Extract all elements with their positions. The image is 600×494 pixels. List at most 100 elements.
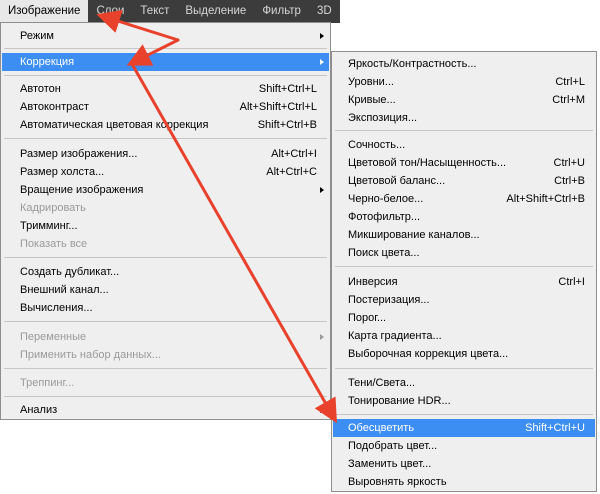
- menu-item-label: Коррекция: [20, 56, 75, 68]
- submenu-item-gradient-map[interactable]: Карта градиента...: [333, 327, 595, 345]
- menu-item-label: Обесцветить: [348, 422, 415, 434]
- menu-item-duplicate[interactable]: Создать дубликат...: [2, 263, 329, 281]
- menu-bar: Изображение Слои Текст Выделение Фильтр …: [0, 0, 340, 23]
- menu-item-correction[interactable]: Коррекция: [2, 53, 329, 71]
- menu-item-label: Автоматическая цветовая коррекция: [20, 119, 209, 131]
- shortcut-label: Alt+Shift+Ctrl+L: [239, 101, 317, 113]
- menu-item-label: Подобрать цвет...: [348, 440, 438, 452]
- submenu-item-match-color[interactable]: Подобрать цвет...: [333, 437, 595, 455]
- separator: [335, 266, 593, 267]
- submenu-item-selective-color[interactable]: Выборочная коррекция цвета...: [333, 345, 595, 363]
- menu-item-label: Черно-белое...: [348, 193, 424, 205]
- submenu-item-color-balance[interactable]: Цветовой баланс... Ctrl+B: [333, 172, 595, 190]
- menu-item-analysis[interactable]: Анализ: [2, 401, 329, 419]
- submenu-item-levels[interactable]: Уровни... Ctrl+L: [333, 73, 595, 91]
- submenu-item-desaturate[interactable]: Обесцветить Shift+Ctrl+U: [333, 419, 595, 437]
- shortcut-label: Ctrl+I: [558, 276, 585, 288]
- menu-item-image-size[interactable]: Размер изображения... Alt+Ctrl+I: [2, 145, 329, 163]
- menu-item-crop[interactable]: Кадрировать: [2, 199, 329, 217]
- submenu-item-brightness-contrast[interactable]: Яркость/Контрастность...: [333, 55, 595, 73]
- submenu-item-black-white[interactable]: Черно-белое... Alt+Shift+Ctrl+B: [333, 190, 595, 208]
- image-dropdown-menu: Режим Коррекция Автотон Shift+Ctrl+L Авт…: [0, 22, 331, 420]
- menu-item-calculations[interactable]: Вычисления...: [2, 299, 329, 317]
- separator: [4, 48, 327, 49]
- menu-item-label: Тени/Света...: [348, 377, 416, 389]
- submenu-item-exposure[interactable]: Экспозиция...: [333, 109, 595, 127]
- menu-item-label: Постеризация...: [348, 294, 430, 306]
- separator: [335, 414, 593, 415]
- menu-item-label: Микширование каналов...: [348, 229, 480, 241]
- menu-layers[interactable]: Слои: [88, 0, 132, 23]
- submenu-item-curves[interactable]: Кривые... Ctrl+M: [333, 91, 595, 109]
- menu-item-label: Автотон: [20, 83, 61, 95]
- submenu-item-invert[interactable]: Инверсия Ctrl+I: [333, 273, 595, 291]
- menu-item-label: Выровнять яркость: [348, 476, 447, 488]
- shortcut-label: Ctrl+U: [553, 157, 585, 169]
- separator: [4, 321, 327, 322]
- submenu-item-vibrance[interactable]: Сочность...: [333, 136, 595, 154]
- separator: [335, 130, 593, 131]
- correction-submenu: Яркость/Контрастность... Уровни... Ctrl+…: [331, 51, 597, 492]
- menu-item-label: Тримминг...: [20, 220, 78, 232]
- menu-item-label: Автоконтраст: [20, 101, 89, 113]
- menu-item-mode[interactable]: Режим: [2, 27, 329, 45]
- menu-item-label: Режим: [20, 30, 54, 42]
- menu-item-label: Треппинг...: [20, 377, 75, 389]
- submenu-item-hdr-toning[interactable]: Тонирование HDR...: [333, 392, 595, 410]
- menu-item-label: Порог...: [348, 312, 387, 324]
- menu-item-label: Кадрировать: [20, 202, 86, 214]
- submenu-item-posterize[interactable]: Постеризация...: [333, 291, 595, 309]
- menu-item-label: Выборочная коррекция цвета...: [348, 348, 509, 360]
- submenu-arrow-icon: [320, 33, 324, 39]
- shortcut-label: Ctrl+L: [555, 76, 585, 88]
- menu-item-auto-tone[interactable]: Автотон Shift+Ctrl+L: [2, 80, 329, 98]
- menu-item-label: Показать все: [20, 238, 88, 250]
- menu-item-label: Уровни...: [348, 76, 394, 88]
- separator: [4, 368, 327, 369]
- submenu-item-channel-mixer[interactable]: Микширование каналов...: [333, 226, 595, 244]
- menu-item-label: Экспозиция...: [348, 112, 418, 124]
- shortcut-label: Alt+Shift+Ctrl+B: [506, 193, 585, 205]
- menu-text[interactable]: Текст: [132, 0, 177, 23]
- menu-item-label: Применить набор данных...: [20, 349, 161, 361]
- shortcut-label: Shift+Ctrl+B: [257, 119, 317, 131]
- submenu-item-shadows-highlights[interactable]: Тени/Света...: [333, 374, 595, 392]
- submenu-item-replace-color[interactable]: Заменить цвет...: [333, 455, 595, 473]
- separator: [4, 138, 327, 139]
- menu-item-auto-color[interactable]: Автоматическая цветовая коррекция Shift+…: [2, 116, 329, 134]
- menu-item-label: Заменить цвет...: [348, 458, 432, 470]
- menu-item-label: Инверсия: [348, 276, 398, 288]
- submenu-item-hue-saturation[interactable]: Цветовой тон/Насыщенность... Ctrl+U: [333, 154, 595, 172]
- menu-item-label: Тонирование HDR...: [348, 395, 451, 407]
- shortcut-label: Shift+Ctrl+L: [258, 83, 317, 95]
- menu-item-trap[interactable]: Треппинг...: [2, 374, 329, 392]
- submenu-arrow-icon: [320, 187, 324, 193]
- menu-item-label: Переменные: [20, 331, 87, 343]
- menu-item-auto-contrast[interactable]: Автоконтраст Alt+Shift+Ctrl+L: [2, 98, 329, 116]
- menu-item-apply-data-set[interactable]: Применить набор данных...: [2, 346, 329, 364]
- menu-item-label: Создать дубликат...: [20, 266, 120, 278]
- separator: [335, 368, 593, 369]
- menu-item-label: Вращение изображения: [20, 184, 144, 196]
- menu-item-canvas-size[interactable]: Размер холста... Alt+Ctrl+C: [2, 163, 329, 181]
- menu-image[interactable]: Изображение: [0, 0, 89, 23]
- menu-3d[interactable]: 3D: [309, 0, 340, 23]
- menu-item-variables[interactable]: Переменные: [2, 328, 329, 346]
- submenu-arrow-icon: [320, 407, 324, 413]
- menu-filter[interactable]: Фильтр: [254, 0, 309, 23]
- menu-item-reveal-all[interactable]: Показать все: [2, 235, 329, 253]
- separator: [4, 75, 327, 76]
- menu-item-label: Цветовой тон/Насыщенность...: [348, 157, 507, 169]
- shortcut-label: Ctrl+M: [552, 94, 585, 106]
- submenu-item-equalize[interactable]: Выровнять яркость: [333, 473, 595, 491]
- menu-item-apply-image[interactable]: Внешний канал...: [2, 281, 329, 299]
- submenu-item-color-lookup[interactable]: Поиск цвета...: [333, 244, 595, 262]
- submenu-arrow-icon: [320, 334, 324, 340]
- submenu-item-photo-filter[interactable]: Фотофильтр...: [333, 208, 595, 226]
- menu-item-image-rotation[interactable]: Вращение изображения: [2, 181, 329, 199]
- menu-item-trim[interactable]: Тримминг...: [2, 217, 329, 235]
- menu-item-label: Фотофильтр...: [348, 211, 421, 223]
- submenu-item-threshold[interactable]: Порог...: [333, 309, 595, 327]
- menu-item-label: Яркость/Контрастность...: [348, 58, 477, 70]
- menu-select[interactable]: Выделение: [177, 0, 254, 23]
